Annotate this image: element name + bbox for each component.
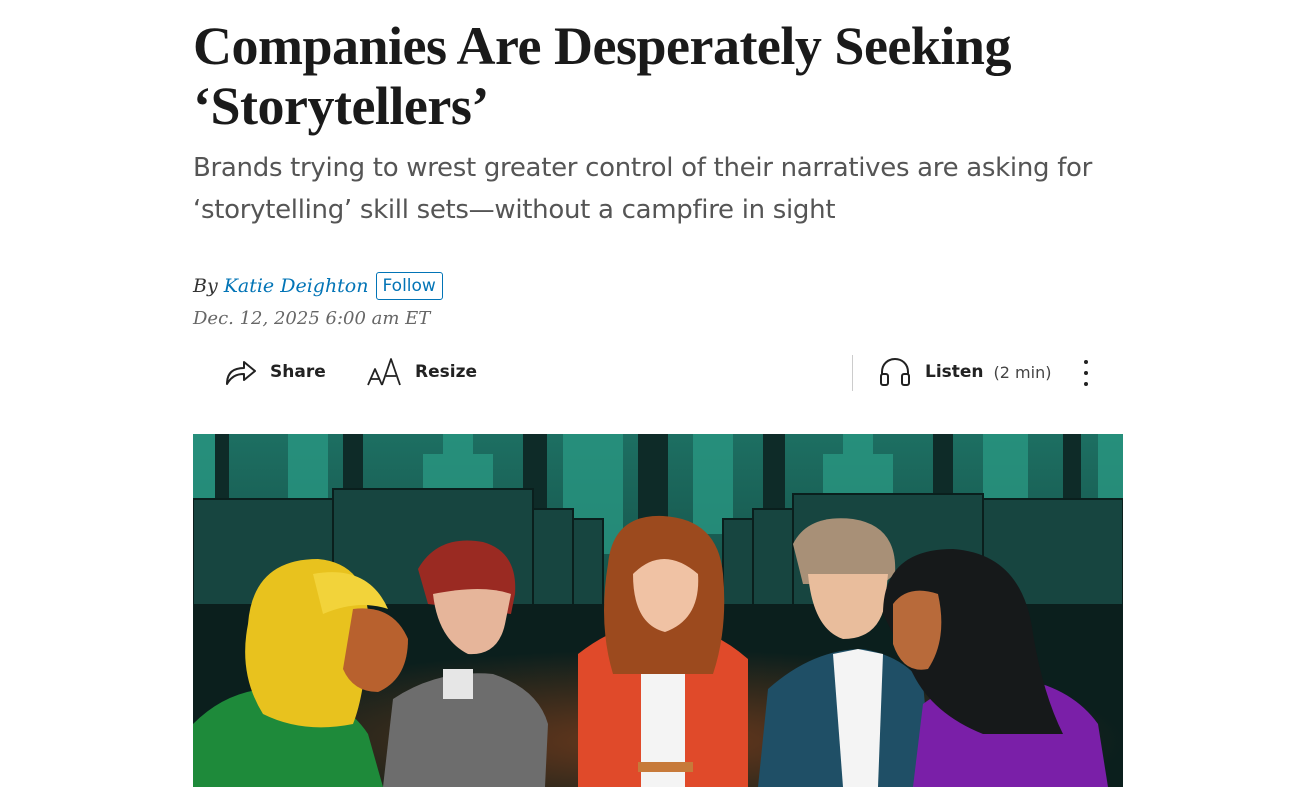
illustration-people-in-office <box>193 434 1123 787</box>
headline: Companies Are Desperately Seeking ‘Story… <box>193 16 1011 136</box>
resize-button[interactable]: Resize <box>367 350 477 394</box>
toolbar-divider <box>852 355 853 391</box>
share-button[interactable]: Share <box>224 350 326 394</box>
vertical-ellipsis-icon <box>1084 360 1088 364</box>
resize-label: Resize <box>415 362 477 382</box>
byline-prefix: By <box>193 275 218 297</box>
text-resize-icon <box>367 356 403 388</box>
dek: Brands trying to wrest greater control o… <box>193 153 1093 225</box>
author-link[interactable]: Katie Deighton <box>224 275 369 297</box>
share-arrow-icon <box>224 357 258 387</box>
headphones-icon <box>879 357 911 387</box>
listen-label: Listen <box>925 362 984 382</box>
ellipsis-dot <box>1084 371 1088 375</box>
more-options-button[interactable] <box>1073 356 1099 390</box>
hero-illustration <box>193 434 1123 787</box>
ellipsis-dot <box>1084 382 1088 386</box>
follow-button[interactable]: Follow <box>375 272 443 300</box>
byline: By Katie Deighton Follow <box>193 270 443 302</box>
share-label: Share <box>270 362 326 382</box>
listen-button[interactable]: Listen (2 min) <box>879 350 1051 394</box>
article-toolbar: Share Resize Listen (2 min) <box>193 350 1123 394</box>
listen-duration: (2 min) <box>993 362 1052 382</box>
timestamp: Dec. 12, 2025 6:00 am ET <box>193 308 431 329</box>
